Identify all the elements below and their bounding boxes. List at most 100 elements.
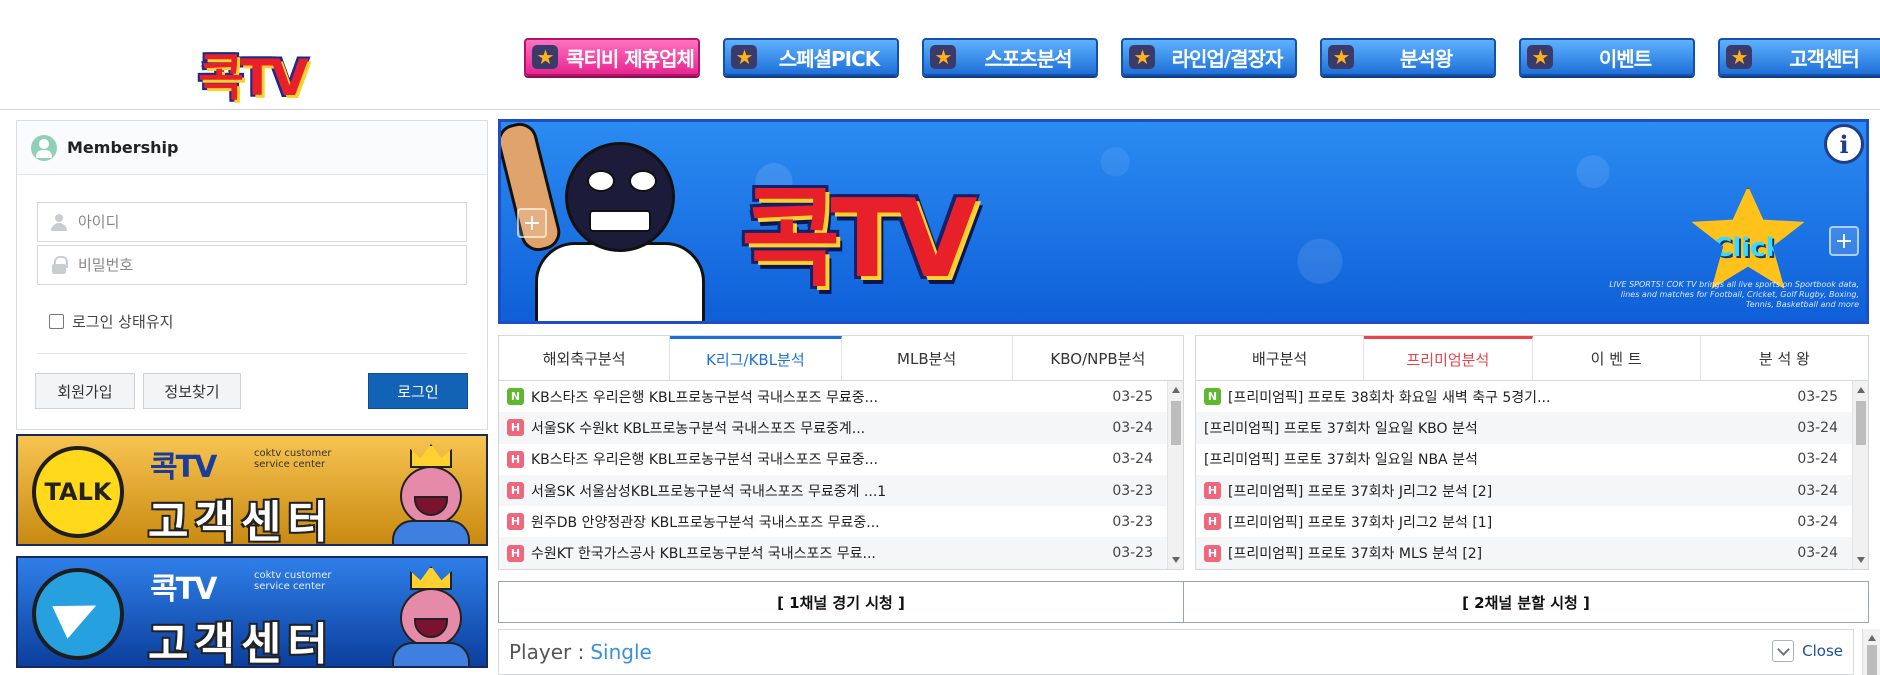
membership-title: Membership — [67, 138, 179, 157]
hot-badge: H — [1204, 513, 1221, 531]
list-scrollbar[interactable] — [1167, 381, 1183, 569]
list-item[interactable]: H 서울SK 수원kt KBL프로농구분석 국내스포즈 무료중계... 03-24 — [499, 412, 1167, 444]
list-item[interactable]: [프리미엄픽] 프로토 37회차 일요일 NBA 분석 03-24 — [1196, 444, 1852, 475]
nav-label: 스페셜PICK — [778, 46, 880, 71]
list-item[interactable]: N [프리미엄픽] 프로토 38회차 화요일 새벽 축구 5경기... 03-25 — [1196, 381, 1852, 412]
tab-premium[interactable]: 프리미엄분석 — [1364, 336, 1533, 380]
hot-badge: H — [507, 544, 524, 562]
post-title[interactable]: [프리미엄픽] 프로토 37회차 J리그2 분석 [1] — [1228, 512, 1792, 532]
star-icon: ★ — [1328, 45, 1354, 69]
player-mode[interactable]: Single — [590, 640, 651, 664]
site-logo[interactable]: 콕TV — [160, 4, 370, 108]
post-title[interactable]: [프리미엄픽] 프로토 37회차 일요일 NBA 분석 — [1204, 449, 1792, 469]
post-date: 03-24 — [1112, 419, 1153, 436]
signup-button[interactable]: 회원가입 — [35, 373, 135, 409]
star-icon: ★ — [1527, 45, 1553, 69]
site-header: 콕TV ★ 콕티비 제휴업체 ★ 스페셜PICK ★ 스포츠분석 ★ 라인업/결… — [0, 0, 1880, 110]
list-item[interactable]: H 원주DB 안양정관장 KBL프로농구분석 국내스포즈 무료중... 03-23 — [499, 506, 1167, 537]
hero-next-icon[interactable]: + — [1829, 226, 1859, 256]
hero-logo: 콕TV — [741, 177, 978, 302]
star-icon: ★ — [930, 45, 956, 69]
kakao-talk-icon: TALK — [32, 446, 124, 538]
post-date: 03-23 — [1112, 513, 1153, 530]
post-title[interactable]: [프리미엄픽] 프로토 37회차 J리그2 분석 [2] — [1228, 481, 1792, 501]
tab-mlb[interactable]: MLB분석 — [841, 336, 1013, 380]
list-item[interactable]: H KB스타즈 우리은행 KBL프로농구분석 국내스포즈 무료중... 03-24 — [499, 444, 1167, 475]
nav-customer-center-button[interactable]: ★ 고객센터 — [1718, 38, 1880, 76]
hero-caption: LIVE SPORTS! COK TV brings all live spor… — [1609, 280, 1859, 309]
id-field[interactable] — [37, 202, 467, 242]
list-item[interactable]: H 수원KT 한국가스공사 KBL프로농구분석 국내스포즈 무료... 03-23 — [499, 537, 1167, 569]
lock-icon — [50, 256, 68, 274]
nav-special-pick-button[interactable]: ★ 스페셜PICK — [723, 38, 899, 76]
membership-header: Membership — [17, 121, 487, 175]
nav-analysis-king-button[interactable]: ★ 분석왕 — [1320, 38, 1496, 76]
post-title[interactable]: KB스타즈 우리은행 KBL프로농구분석 국내스포즈 무료중... — [531, 387, 1107, 407]
remember-checkbox[interactable] — [49, 314, 64, 329]
password-field[interactable] — [37, 245, 467, 285]
nav-sports-analysis-button[interactable]: ★ 스포츠분석 — [922, 38, 1098, 76]
cs-logo: 콕TV — [150, 572, 217, 607]
split-channel-button[interactable]: [ 2채널 분할 시청 ] — [1184, 582, 1868, 622]
nav-event-button[interactable]: ★ 이벤트 — [1519, 38, 1695, 76]
kbl-analysis-panel: 해외축구분석 K리그/KBL분석 MLB분석 KBO/NPB분석 N KB스타즈 … — [498, 335, 1184, 570]
tab-kleague-kbl[interactable]: K리그/KBL분석 — [670, 336, 842, 380]
tab-overseas-soccer[interactable]: 해외축구분석 — [499, 336, 671, 380]
post-title[interactable]: [프리미엄픽] 프로토 37회차 일요일 KBO 분석 — [1204, 418, 1792, 438]
post-title[interactable]: [프리미엄픽] 프로토 38회차 화요일 새벽 축구 5경기... — [1228, 387, 1792, 407]
id-input[interactable] — [78, 213, 458, 231]
kakao-cs-banner[interactable]: TALK 콕TV coktv customer service center 고… — [16, 434, 488, 546]
membership-box: Membership 로그인 상태유지 회원가입 정보찾기 로그인 — [16, 120, 488, 430]
channel-buttons: [ 1채널 경기 시청 ] [ 2채널 분할 시청 ] — [498, 581, 1869, 623]
nav-label: 고객센터 — [1789, 46, 1860, 71]
page-scrollbar[interactable] — [1862, 629, 1880, 675]
info-icon[interactable]: i — [1824, 124, 1864, 164]
tab-kbo-npb[interactable]: KBO/NPB분석 — [1012, 336, 1183, 380]
list-item[interactable]: N KB스타즈 우리은행 KBL프로농구분석 국내스포즈 무료중... 03-25 — [499, 381, 1167, 412]
remember-login[interactable]: 로그인 상태유지 — [49, 311, 173, 332]
post-title[interactable]: 서울SK 서울삼성KBL프로농구분석 국내스포즈 무료중계 ...1 — [531, 481, 1107, 501]
tab-volleyball[interactable]: 배구분석 — [1196, 336, 1365, 380]
post-title[interactable]: [프리미엄픽] 프로토 37회차 MLS 분석 [2] — [1228, 543, 1792, 563]
nav-label: 이벤트 — [1598, 46, 1652, 71]
single-channel-button[interactable]: [ 1채널 경기 시청 ] — [499, 582, 1184, 622]
hot-badge: H — [507, 513, 524, 531]
find-info-button[interactable]: 정보찾기 — [143, 373, 241, 409]
post-list: N [프리미엄픽] 프로토 38회차 화요일 새벽 축구 5경기... 03-25 [… — [1196, 381, 1852, 569]
cs-title: 고객센터 — [148, 619, 334, 668]
user-avatar-icon — [31, 134, 57, 161]
star-icon: ★ — [1129, 45, 1155, 69]
hero-banner[interactable]: + 콕TV Click + i LIVE SPORTS! COK TV brin… — [498, 119, 1869, 324]
list-item[interactable]: H [프리미엄픽] 프로토 37회차 J리그2 분석 [2] 03-24 — [1196, 474, 1852, 507]
nav-partners-button[interactable]: ★ 콕티비 제휴업체 — [524, 38, 700, 76]
password-input[interactable] — [78, 256, 458, 274]
list-item[interactable]: H [프리미엄픽] 프로토 37회차 J리그2 분석 [1] 03-24 — [1196, 506, 1852, 537]
player-label: Player : — [509, 640, 585, 664]
list-item[interactable]: [프리미엄픽] 프로토 37회차 일요일 KBO 분석 03-24 — [1196, 412, 1852, 444]
tab-bar: 해외축구분석 K리그/KBL분석 MLB분석 KBO/NPB분석 — [499, 336, 1183, 381]
login-button[interactable]: 로그인 — [368, 373, 468, 409]
new-badge: N — [1204, 388, 1221, 406]
nav-lineup-button[interactable]: ★ 라인업/결장자 — [1121, 38, 1297, 76]
post-date: 03-24 — [1797, 513, 1838, 530]
new-badge: N — [507, 388, 524, 406]
list-scrollbar[interactable] — [1852, 381, 1868, 569]
post-title[interactable]: 서울SK 수원kt KBL프로농구분석 국내스포즈 무료중계... — [531, 418, 1107, 438]
post-date: 03-24 — [1797, 451, 1838, 468]
hero-prev-icon[interactable]: + — [517, 208, 547, 238]
divider — [37, 353, 467, 354]
star-icon: ★ — [532, 45, 558, 69]
list-item[interactable]: H 서울SK 서울삼성KBL프로농구분석 국내스포즈 무료중계 ...1 03-23 — [499, 474, 1167, 507]
tab-analysis-king[interactable]: 분 석 왕 — [1700, 336, 1868, 380]
cs-logo: 콕TV — [150, 450, 217, 485]
player-close-button[interactable]: Close — [1772, 640, 1843, 662]
list-item[interactable]: H [프리미엄픽] 프로토 37회차 MLS 분석 [2] 03-24 — [1196, 537, 1852, 569]
post-title[interactable]: KB스타즈 우리은행 KBL프로농구분석 국내스포즈 무료중... — [531, 449, 1107, 469]
hot-badge: H — [507, 419, 524, 437]
tab-event[interactable]: 이 벤 트 — [1532, 336, 1701, 380]
chevron-down-icon[interactable] — [1772, 640, 1795, 662]
post-title[interactable]: 원주DB 안양정관장 KBL프로농구분석 국내스포즈 무료중... — [531, 512, 1107, 532]
telegram-cs-banner[interactable]: 콕TV coktv customer service center 고객센터 — [16, 556, 488, 668]
post-date: 03-24 — [1112, 451, 1153, 468]
post-title[interactable]: 수원KT 한국가스공사 KBL프로농구분석 국내스포즈 무료... — [531, 543, 1107, 563]
